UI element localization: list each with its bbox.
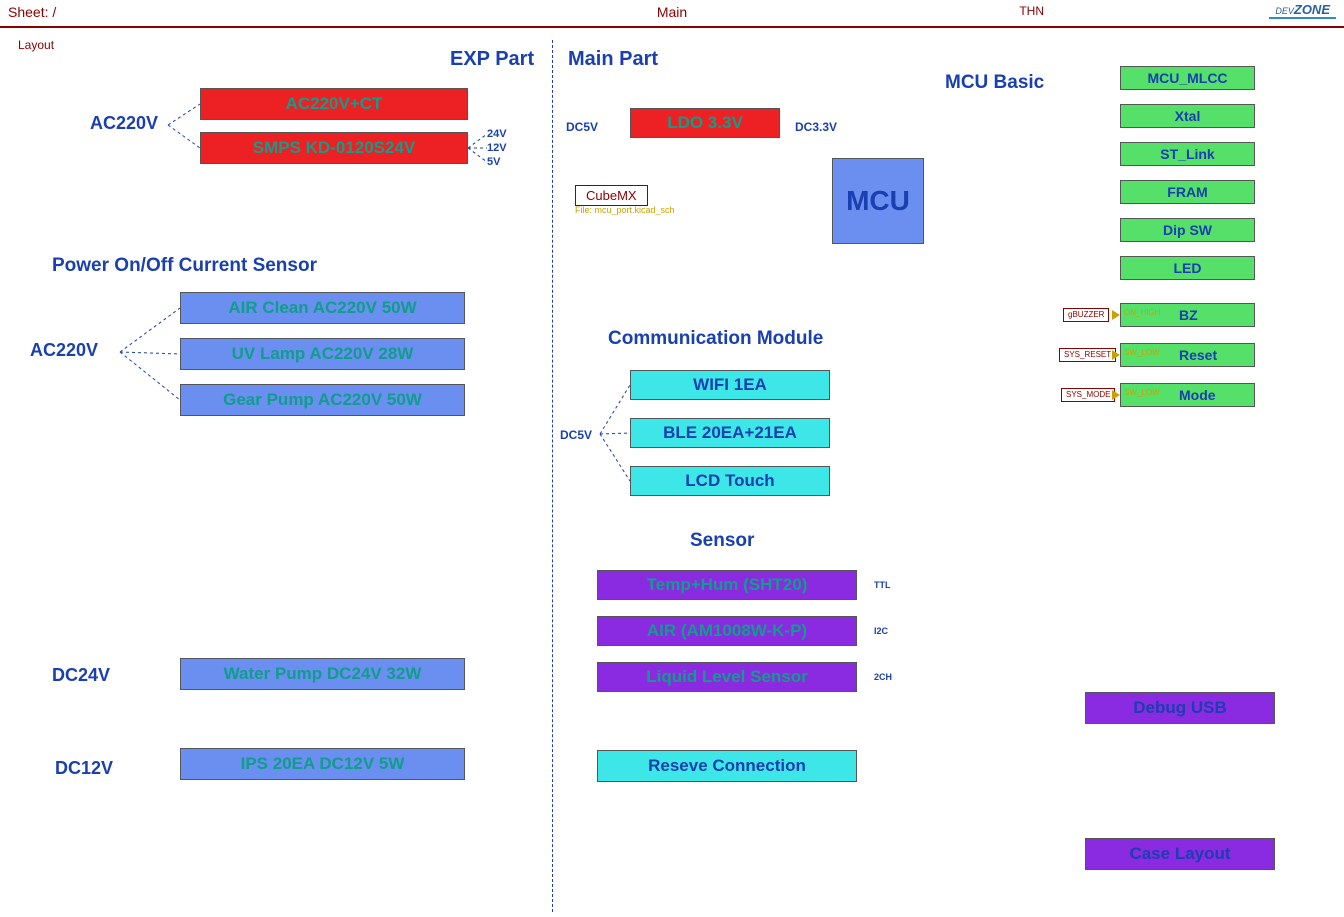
header-main: Main (657, 4, 687, 20)
dc12v-label: DC12V (55, 758, 113, 779)
arrow-icon (1112, 390, 1120, 400)
header-bar: Sheet: / Main THN DEVZONE (0, 0, 1344, 28)
xtal-block[interactable]: Xtal (1120, 104, 1255, 128)
liquid-level-block[interactable]: Liquid Level Sensor (597, 662, 857, 692)
layout-label: Layout (18, 38, 54, 52)
volt-5v: 5V (487, 156, 500, 168)
dc24v-label: DC24V (52, 665, 110, 686)
exp-part-title: EXP Part (450, 48, 534, 71)
lcd-touch-block[interactable]: LCD Touch (630, 466, 830, 496)
mcu-block[interactable]: MCU (832, 158, 924, 244)
net-sys-mode: SYS_MODE (1061, 388, 1115, 402)
ldo-block[interactable]: LDO 3.3V (630, 108, 780, 138)
fram-block[interactable]: FRAM (1120, 180, 1255, 204)
water-pump-block[interactable]: Water Pump DC24V 32W (180, 658, 465, 690)
air-clean-block[interactable]: AIR Clean AC220V 50W (180, 292, 465, 324)
cubemx-file: File: mcu_port.kicad_sch (575, 205, 675, 215)
net-sw-low-2: SW_LOW (1124, 388, 1160, 397)
pocs-title: Power On/Off Current Sensor (52, 255, 317, 277)
i2c-label: I2C (874, 626, 888, 636)
net-sys-reset: SYS_RESET (1059, 348, 1116, 362)
dc5v-label-1: DC5V (566, 120, 598, 134)
led-block[interactable]: LED (1120, 256, 1255, 280)
arrow-icon (1112, 310, 1120, 320)
net-on-high: ON_HIGH (1124, 308, 1160, 317)
dc5v-label-2: DC5V (560, 428, 592, 442)
sheet-path: Sheet: / (8, 4, 56, 20)
ac220v-label-2: AC220V (30, 340, 98, 361)
mcu-basic-title: MCU Basic (945, 72, 1044, 94)
temp-hum-block[interactable]: Temp+Hum (SHT20) (597, 570, 857, 600)
ble-block[interactable]: BLE 20EA+21EA (630, 418, 830, 448)
header-thn: THN (1019, 4, 1044, 18)
cubemx-sheet[interactable]: CubeMX (575, 185, 648, 206)
dipsw-block[interactable]: Dip SW (1120, 218, 1255, 242)
debug-usb-block[interactable]: Debug USB (1085, 692, 1275, 724)
mcu-mlcc-block[interactable]: MCU_MLCC (1120, 66, 1255, 90)
main-part-title: Main Part (568, 48, 658, 71)
sensor-title: Sensor (690, 530, 754, 552)
arrow-icon (1112, 350, 1120, 360)
ttl-label: TTL (874, 580, 891, 590)
devzone-logo: DEVZONE (1269, 2, 1336, 19)
vertical-divider (552, 40, 553, 912)
volt-24v: 24V (487, 128, 507, 140)
air-sensor-block[interactable]: AIR (AM1008W-K-P) (597, 616, 857, 646)
smps-block[interactable]: SMPS KD-0120S24V (200, 132, 468, 164)
case-layout-block[interactable]: Case Layout (1085, 838, 1275, 870)
dc3.3v-label: DC3.3V (795, 120, 837, 134)
ac220v-ct-block[interactable]: AC220V+CT (200, 88, 468, 120)
uv-lamp-block[interactable]: UV Lamp AC220V 28W (180, 338, 465, 370)
stlink-block[interactable]: ST_Link (1120, 142, 1255, 166)
wifi-block[interactable]: WIFI 1EA (630, 370, 830, 400)
gear-pump-block[interactable]: Gear Pump AC220V 50W (180, 384, 465, 416)
ips-block[interactable]: IPS 20EA DC12V 5W (180, 748, 465, 780)
volt-12v: 12V (487, 142, 507, 154)
net-gbuzzer: gBUZZER (1063, 308, 1109, 322)
comm-module-title: Communication Module (608, 328, 823, 350)
net-sw-low-1: SW_LOW (1124, 348, 1160, 357)
reserve-conn-block[interactable]: Reseve Connection (597, 750, 857, 782)
2ch-label: 2CH (874, 672, 892, 682)
ac220v-label-1: AC220V (90, 113, 158, 134)
